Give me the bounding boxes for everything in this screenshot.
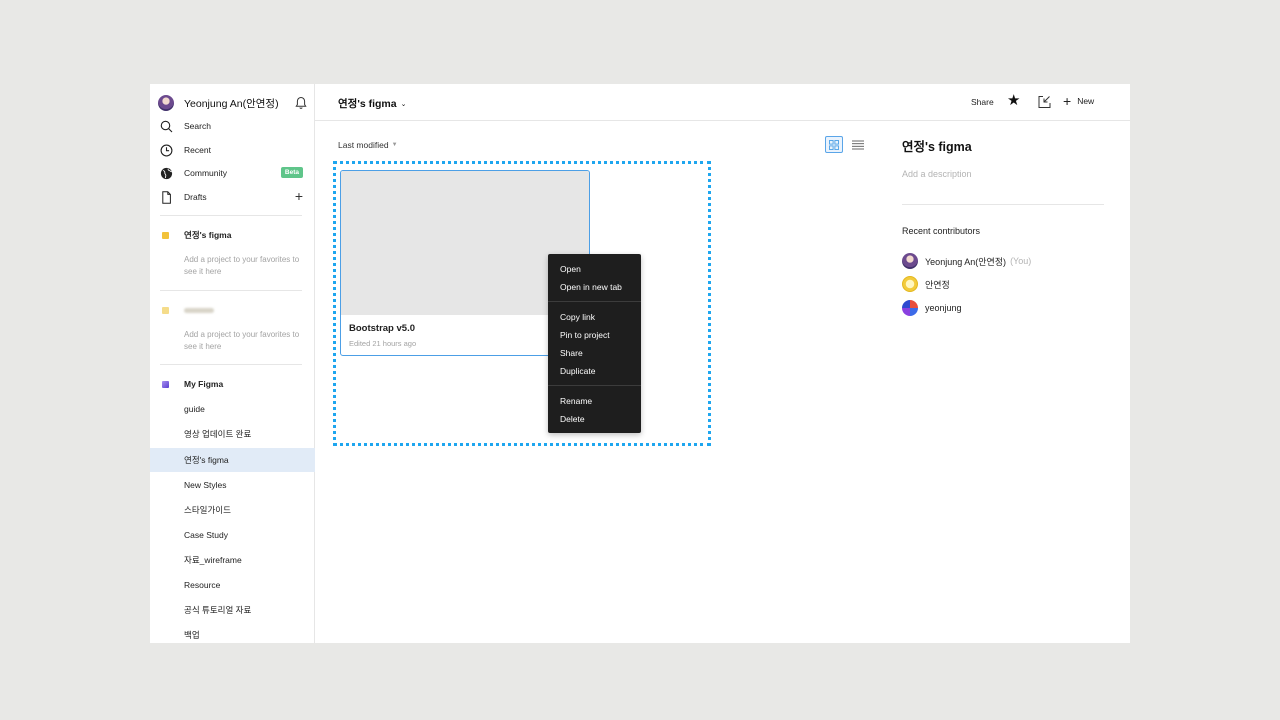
menu-separator: [548, 385, 641, 386]
sidebar-item-label: Drafts: [184, 192, 207, 202]
team-color-square: [162, 231, 169, 239]
contributors-heading: Recent contributors: [902, 226, 981, 236]
file-edited-time: Edited 21 hours ago: [349, 339, 417, 348]
menu-item-pin-to-project[interactable]: Pin to project: [560, 330, 610, 340]
sidebar-item-drafts[interactable]: Drafts +: [160, 188, 307, 206]
project-item[interactable]: 백업: [150, 623, 315, 643]
user-name: Yeonjung An(안연정): [184, 97, 279, 110]
sidebar-divider: [160, 290, 302, 291]
menu-item-copy-link[interactable]: Copy link: [560, 312, 595, 322]
sidebar: Yeonjung An(안연정) Search Recent Community…: [150, 84, 315, 643]
project-item[interactable]: 스타일가이드: [150, 498, 315, 522]
chevron-down-icon: ⌄: [400, 100, 407, 108]
search-icon: [160, 120, 173, 133]
user-menu[interactable]: Yeonjung An(안연정): [158, 94, 307, 112]
project-item[interactable]: Case Study: [150, 523, 315, 547]
import-icon[interactable]: [1038, 95, 1051, 109]
project-item-active[interactable]: 연정's figma: [150, 448, 315, 472]
add-draft-button[interactable]: +: [295, 189, 303, 203]
clock-icon: [160, 144, 173, 157]
team-my-figma[interactable]: My Figma: [162, 377, 307, 391]
blurred-team-label: [184, 307, 214, 313]
menu-item-share[interactable]: Share: [560, 348, 583, 358]
chevron-down-icon: ▼: [391, 142, 398, 148]
team-blurred[interactable]: [162, 303, 307, 317]
favorites-hint: Add a project to your favorites to see i…: [184, 255, 300, 276]
project-item[interactable]: guide: [150, 397, 315, 421]
project-item[interactable]: 공식 튜토리얼 자료: [150, 598, 315, 622]
list-icon: [852, 140, 864, 149]
top-bar: 연정's figma ⌄ Share ★ + New: [315, 84, 1130, 121]
new-button[interactable]: + New: [1063, 94, 1094, 108]
globe-icon: [160, 167, 173, 180]
sort-label: Last modified: [338, 140, 389, 150]
project-item[interactable]: Resource: [150, 573, 315, 597]
list-view-button[interactable]: [849, 136, 867, 153]
menu-separator: [548, 301, 641, 302]
team-color-square: [162, 380, 169, 388]
file-name: Bootstrap v5.0: [349, 323, 415, 334]
sidebar-divider: [160, 364, 302, 365]
menu-item-duplicate[interactable]: Duplicate: [560, 366, 595, 376]
sidebar-divider: [160, 215, 302, 216]
sidebar-item-label: Recent: [184, 145, 211, 155]
bell-icon[interactable]: [295, 96, 307, 110]
favorites-hint: Add a project to your favorites to see i…: [184, 330, 300, 351]
menu-item-open[interactable]: Open: [560, 264, 581, 274]
avatar: [902, 253, 918, 269]
contributor-item[interactable]: yeonjung: [902, 299, 962, 317]
menu-item-rename[interactable]: Rename: [560, 396, 592, 406]
description-field[interactable]: Add a description: [902, 169, 972, 179]
plus-icon: +: [1063, 93, 1072, 109]
beta-badge: Beta: [280, 167, 303, 178]
contributor-name: yeonjung: [925, 303, 962, 313]
context-menu: Open Open in new tab Copy link Pin to pr…: [548, 254, 641, 433]
sidebar-item-recent[interactable]: Recent: [160, 141, 307, 159]
figma-window: Yeonjung An(안연정) Search Recent Community…: [150, 84, 1130, 643]
star-icon[interactable]: ★: [1007, 93, 1020, 108]
menu-item-open-new-tab[interactable]: Open in new tab: [560, 282, 622, 292]
user-avatar: [158, 95, 174, 111]
contributor-name: Yeonjung An(안연정): [925, 256, 1007, 267]
sort-dropdown[interactable]: Last modified ▼: [338, 140, 398, 150]
grid-view-button[interactable]: [825, 136, 843, 153]
contributor-name: 안연정: [925, 279, 950, 290]
grid-icon: [829, 139, 839, 150]
project-title-dropdown[interactable]: 연정's figma ⌄: [338, 96, 406, 111]
panel-title: 연정's figma: [902, 140, 972, 154]
you-label: (You): [1010, 256, 1032, 266]
contributor-item[interactable]: 안연정: [902, 275, 950, 293]
sidebar-item-community[interactable]: Community Beta: [160, 164, 307, 182]
menu-item-delete[interactable]: Delete: [560, 414, 585, 424]
team-color-square: [162, 306, 169, 314]
new-button-label: New: [1077, 96, 1095, 106]
team-label: My Figma: [184, 379, 224, 389]
team-label: 연정's figma: [184, 230, 232, 240]
team-yeonjung-figma[interactable]: 연정's figma: [162, 228, 307, 242]
project-item[interactable]: 자료_wireframe: [150, 548, 315, 572]
avatar: [902, 276, 918, 292]
project-item[interactable]: 영상 업데이트 완료: [150, 422, 315, 446]
sidebar-item-label: Community: [184, 168, 227, 178]
project-item[interactable]: New Styles: [150, 473, 315, 497]
share-button[interactable]: Share: [971, 97, 994, 107]
avatar: [902, 300, 918, 316]
sidebar-item-search[interactable]: Search: [160, 117, 307, 135]
panel-divider: [902, 204, 1104, 205]
sidebar-item-label: Search: [184, 121, 211, 131]
contributor-item[interactable]: Yeonjung An(안연정) (You): [902, 252, 1031, 270]
page-title: 연정's figma: [338, 98, 397, 110]
file-icon: [160, 190, 173, 204]
